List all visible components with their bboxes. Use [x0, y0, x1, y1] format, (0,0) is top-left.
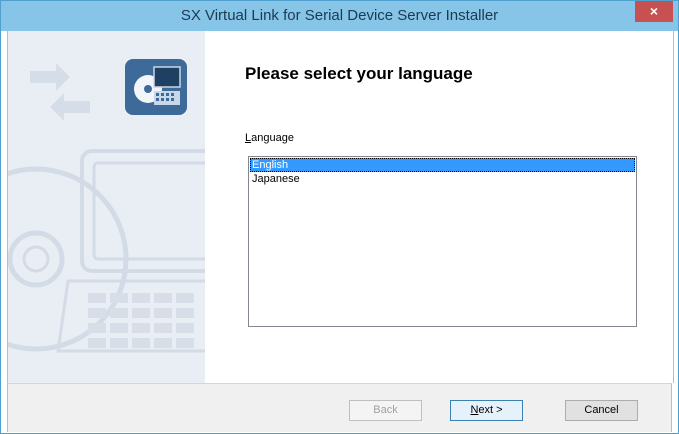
next-button-label: ext >	[478, 404, 503, 416]
language-option-english[interactable]: English	[250, 158, 635, 172]
wizard-footer: Back Next > Cancel	[7, 383, 672, 432]
cancel-button[interactable]: Cancel	[565, 400, 638, 421]
title-bar[interactable]: SX Virtual Link for Serial Device Server…	[1, 1, 678, 31]
wizard-side-banner	[8, 31, 205, 383]
computer-cd-icon	[125, 59, 187, 115]
language-label-rest: anguage	[251, 132, 294, 144]
page-heading: Please select your language	[245, 64, 473, 83]
back-button[interactable]: Back	[349, 400, 422, 421]
language-option-japanese[interactable]: Japanese	[250, 172, 635, 186]
close-icon: ×	[649, 3, 659, 19]
language-label: Language	[245, 132, 294, 144]
side-banner-graphic	[8, 59, 205, 353]
wizard-content: Please select your language Language Eng…	[7, 31, 674, 383]
installer-window: SX Virtual Link for Serial Device Server…	[0, 0, 679, 434]
network-arrows-icon	[30, 63, 90, 121]
close-button[interactable]: ×	[635, 1, 673, 22]
language-listbox[interactable]: English Japanese	[248, 156, 637, 327]
laptop-cd-watermark	[8, 149, 205, 353]
window-title: SX Virtual Link for Serial Device Server…	[180, 7, 499, 24]
next-button[interactable]: Next >	[450, 400, 523, 421]
